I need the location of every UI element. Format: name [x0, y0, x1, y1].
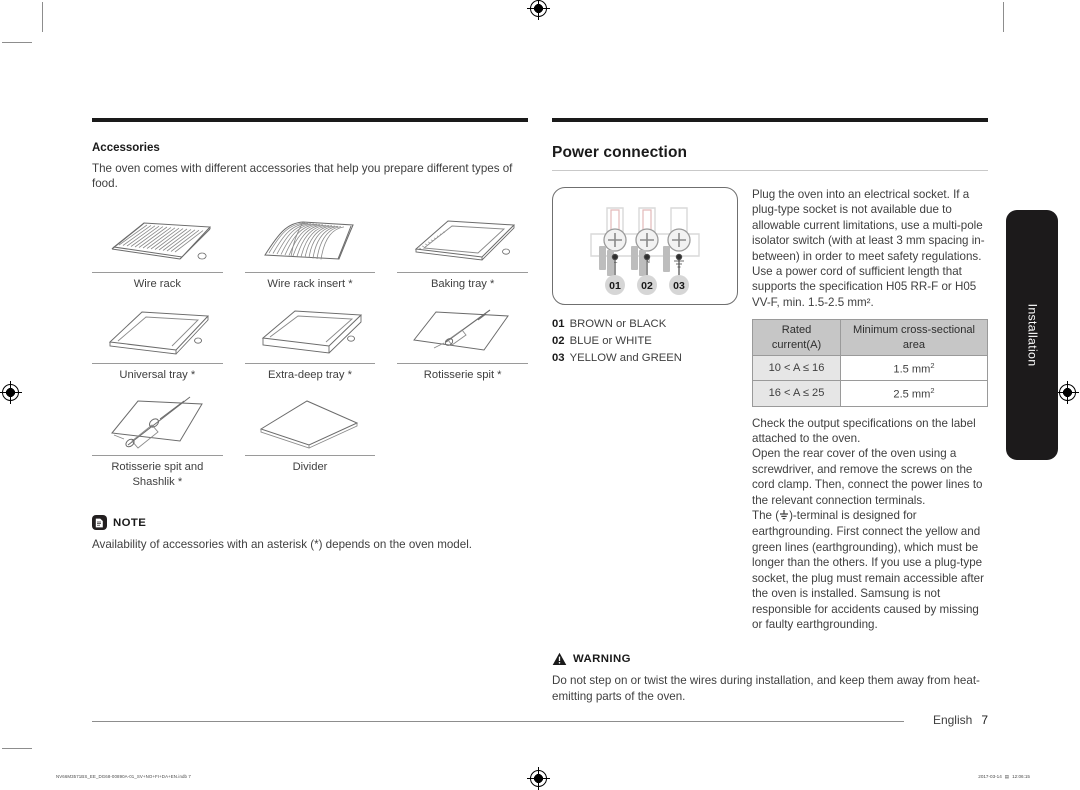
- accessory-item: Baking tray *: [397, 210, 528, 302]
- accessory-caption: Rotisserie spit *: [397, 363, 528, 393]
- table-cell-current: 16 < A ≤ 25: [751, 380, 842, 407]
- power-connection-row: L N: [552, 187, 988, 632]
- footer-language: English: [932, 713, 973, 727]
- power-body-paragraph-3: The ()-terminal is designed for earthgro…: [752, 508, 988, 632]
- page-title: Power connection: [552, 144, 688, 161]
- area-value: 1.5 mm: [893, 363, 931, 376]
- power-body-paragraph-2: Open the rear cover of the oven using a …: [752, 447, 983, 507]
- wire-number: 01: [552, 318, 565, 330]
- baking-tray-icon: [397, 210, 528, 272]
- print-timestamp: 2017-03-14 ▤ 12:06:15: [978, 774, 1030, 780]
- note-header: NOTE: [92, 515, 528, 531]
- accessories-heading: Accessories: [92, 142, 160, 154]
- empty-caption: [397, 455, 528, 469]
- right-column: Power connection 01 02 03 01 BROWN or BL…: [552, 118, 988, 704]
- power-connection-text: Plug the oven into an electrical socket.…: [751, 187, 988, 632]
- wire-legend-item: 03 YELLOW and GREEN: [552, 350, 738, 367]
- accessory-caption: Universal tray *: [92, 363, 223, 393]
- terminal-block-diagram: L N: [552, 187, 738, 305]
- accessory-caption: Extra-deep tray *: [244, 363, 376, 393]
- table-cell-area: 2.5 mm2: [840, 380, 988, 407]
- title-underline: [552, 170, 988, 171]
- table-row: 16 < A ≤ 25 2.5 mm2: [751, 380, 988, 407]
- area-value: 2.5 mm: [893, 389, 931, 402]
- footer-rule: [92, 721, 904, 722]
- area-exponent: 2: [930, 386, 935, 396]
- table-header-row: Rated current(A) Minimum cross-sectional…: [751, 319, 988, 357]
- power-body-paragraph-1: Check the output specifications on the l…: [752, 416, 976, 446]
- print-separator: ▤: [1004, 774, 1010, 779]
- accessory-item: Rotisserie spit *: [397, 301, 528, 393]
- accessory-caption: Rotisserie spit and Shashlik *: [92, 455, 223, 499]
- warning-text: Do not step on or twist the wires during…: [552, 674, 980, 703]
- warning-callout: WARNING Do not step on or twist the wire…: [552, 652, 988, 704]
- note-label: NOTE: [113, 516, 147, 529]
- accessory-item: Wire rack insert *: [244, 210, 376, 302]
- table-cell-current: 10 < A ≤ 16: [751, 355, 842, 382]
- wire-color: YELLOW and GREEN: [569, 352, 682, 364]
- svg-text:03: 03: [673, 280, 685, 292]
- note-callout: NOTE Availability of accessories with an…: [92, 515, 528, 552]
- svg-text:01: 01: [609, 280, 621, 292]
- wire-color: BROWN or BLACK: [569, 318, 667, 330]
- table-header-cell: Minimum cross-sectional area: [840, 319, 988, 357]
- print-date-value: 2017-03-14: [978, 774, 1002, 779]
- divider-icon: [245, 393, 376, 455]
- right-column-top-rule: [552, 118, 988, 122]
- accessory-caption: Wire rack insert *: [244, 271, 376, 302]
- accessory-caption: Baking tray *: [397, 271, 528, 302]
- accessories-intro: The oven comes with different accessorie…: [92, 162, 513, 191]
- accessory-item: Extra-deep tray *: [244, 301, 376, 393]
- left-column: Accessories The oven comes with differen…: [92, 118, 528, 553]
- accessories-grid: Wire rack Wire rack insert * Baking tray…: [92, 210, 528, 499]
- wire-legend: 01 BROWN or BLACK 02 BLUE or WHITE 03 YELLO…: [552, 316, 738, 367]
- left-column-top-rule: [92, 118, 528, 122]
- accessory-caption: Divider: [244, 455, 376, 485]
- wire-legend-item: 02 BLUE or WHITE: [552, 333, 738, 350]
- rated-current-table: Rated current(A) Minimum cross-sectional…: [751, 319, 988, 407]
- wire-number: 03: [552, 352, 565, 364]
- wire-legend-item: 01 BROWN or BLACK: [552, 316, 738, 333]
- svg-text:02: 02: [641, 280, 653, 292]
- table-cell-area: 1.5 mm2: [840, 355, 988, 382]
- universal-tray-icon: [92, 301, 223, 363]
- print-time-value: 12:06:15: [1012, 774, 1030, 779]
- footer-page-number: 7: [981, 713, 988, 727]
- note-text: Availability of accessories with an aste…: [92, 538, 473, 552]
- earth-ground-icon: [779, 509, 789, 524]
- extra-deep-tray-icon: [245, 301, 376, 363]
- accessory-item: Rotisserie spit and Shashlik *: [92, 393, 223, 499]
- power-intro-paragraph: Plug the oven into an electrical socket.…: [752, 188, 985, 309]
- table-header-cell: Rated current(A): [751, 319, 842, 357]
- wire-rack-icon: [92, 210, 223, 272]
- wire-number: 02: [552, 335, 565, 347]
- rotisserie-spit-icon: [397, 301, 528, 363]
- accessory-item: Divider: [244, 393, 376, 499]
- accessory-caption: Wire rack: [92, 271, 223, 302]
- footer-page-info: English 7: [933, 713, 988, 727]
- warning-label: WARNING: [573, 653, 631, 666]
- rotisserie-shashlik-icon: [92, 393, 223, 455]
- accessory-item-empty: [397, 393, 528, 499]
- section-tab-label: Installation: [1025, 303, 1039, 367]
- note-document-icon: [92, 515, 107, 531]
- wire-rack-insert-icon: [245, 210, 376, 272]
- warning-triangle-icon: [552, 652, 567, 666]
- warning-header: WARNING: [552, 652, 988, 666]
- area-exponent: 2: [930, 361, 935, 371]
- section-tab-installation: Installation: [1006, 210, 1058, 460]
- print-file-code: NV66M3571BS_EE_DG68-00890A-01_SV+NO+FI+D…: [56, 774, 191, 779]
- empty-art: [397, 393, 528, 455]
- diagram-column: L N: [552, 187, 738, 367]
- accessory-item: Universal tray *: [92, 301, 223, 393]
- wire-color: BLUE or WHITE: [569, 335, 652, 347]
- accessory-item: Wire rack: [92, 210, 223, 302]
- earth-text-post: )-terminal is designed for earthgroundin…: [752, 509, 984, 631]
- earth-text-pre: The (: [752, 509, 780, 523]
- table-row: 10 < A ≤ 16 1.5 mm2: [751, 355, 988, 382]
- manual-page: Accessories The oven comes with differen…: [0, 0, 1080, 790]
